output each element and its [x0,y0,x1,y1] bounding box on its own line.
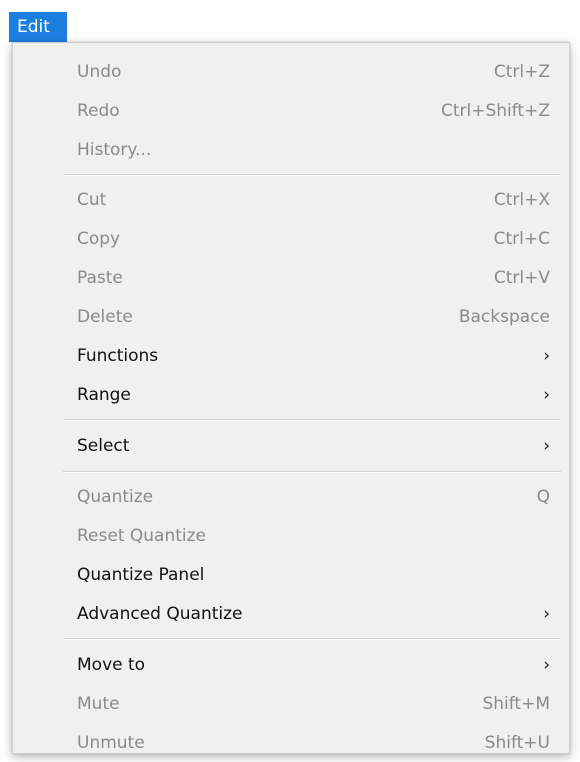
screen: Edit Undo Ctrl+Z Redo Ctrl+Shift+Z Histo… [0,0,580,762]
menu-item-label: Reset Quantize [77,526,207,546]
menu-item-history[interactable]: History... [13,131,569,169]
menu-item-cut[interactable]: Cut Ctrl+X [13,181,569,219]
menu-item-label: Paste [77,268,123,288]
menu-item-functions[interactable]: Functions › [13,337,569,375]
menu-item-move-to[interactable]: Move to › [13,646,569,684]
shortcut-label: Backspace [458,307,550,327]
menu-item-unmute[interactable]: Unmute Shift+U [13,724,569,762]
menubar-background [67,12,570,42]
shortcut-label: Shift+M [482,694,550,714]
chevron-right-icon: › [543,346,550,366]
chevron-right-icon: › [543,385,550,405]
menu-item-delete[interactable]: Delete Backspace [13,298,569,336]
menu-item-label: History... [77,140,152,160]
menu-item-paste[interactable]: Paste Ctrl+V [13,259,569,297]
menu-item-label: Quantize Panel [77,565,205,585]
menu-item-copy[interactable]: Copy Ctrl+C [13,220,569,258]
menu-item-undo[interactable]: Undo Ctrl+Z [13,53,569,91]
shortcut-label: Ctrl+C [493,229,550,249]
menubar-edit-label: Edit [17,17,50,37]
menu-item-label: Quantize [77,487,154,507]
menu-separator [63,471,561,473]
menu-item-quantize[interactable]: Quantize Q [13,478,569,516]
shortcut-label: Ctrl+Shift+Z [440,101,550,121]
menu-item-label: Advanced Quantize [77,604,243,624]
chevron-right-icon: › [543,604,550,624]
chevron-right-icon: › [543,436,550,456]
menu-item-label: Unmute [77,733,145,753]
menu-item-label: Delete [77,307,133,327]
menu-item-label: Move to [77,655,146,675]
menu-item-reset-quantize[interactable]: Reset Quantize [13,517,569,555]
shortcut-label: Ctrl+Z [493,62,550,82]
shortcut-label: Ctrl+X [493,190,550,210]
menu-item-label: Copy [77,229,121,249]
chevron-right-icon: › [543,655,550,675]
menu-item-quantize-panel[interactable]: Quantize Panel [13,556,569,594]
menu-item-redo[interactable]: Redo Ctrl+Shift+Z [13,92,569,130]
menu-item-mute[interactable]: Mute Shift+M [13,685,569,723]
menu-item-label: Mute [77,694,120,714]
shortcut-label: Q [536,487,550,507]
menu-item-range[interactable]: Range › [13,376,569,414]
menu-separator [63,638,561,640]
menu-item-label: Functions [77,346,159,366]
menu-item-label: Redo [77,101,120,121]
menu-item-select[interactable]: Select › [13,427,569,465]
edit-menu: Undo Ctrl+Z Redo Ctrl+Shift+Z History...… [12,42,570,754]
menu-separator [63,174,561,176]
menu-item-advanced-quantize[interactable]: Advanced Quantize › [13,595,569,633]
menu-item-label: Undo [77,62,122,82]
menu-item-label: Range [77,385,131,405]
shortcut-label: Shift+U [484,733,550,753]
shortcut-label: Ctrl+V [493,268,550,288]
menu-item-label: Cut [77,190,107,210]
menubar-edit-tab[interactable]: Edit [9,12,67,42]
menu-separator [63,419,561,421]
menu-item-label: Select [77,436,130,456]
